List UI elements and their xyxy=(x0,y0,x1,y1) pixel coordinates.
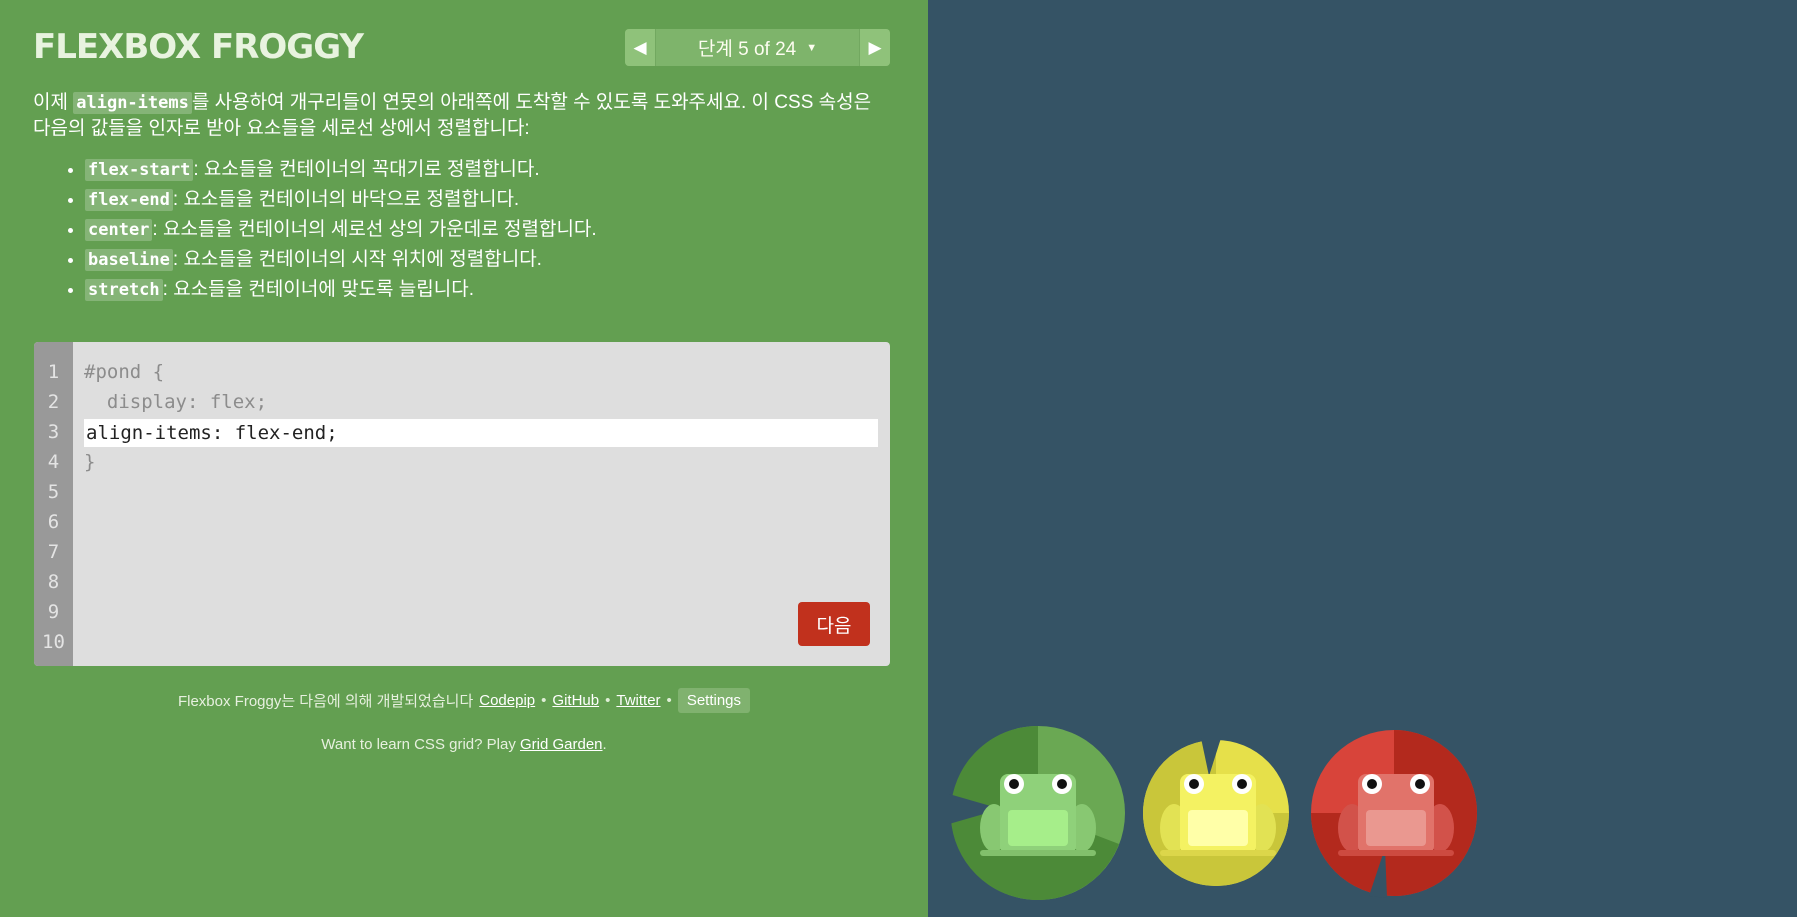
grid-garden-link[interactable]: Grid Garden xyxy=(520,736,603,753)
sidebar: FLEXBOX FROGGY ◀ 단계 5 of 24 ▼ ▶ 이제 align… xyxy=(0,0,928,917)
instructions-intro: 이제 align-items 를 사용하여 개구리들이 연못의 아래쪽에 도착할 … xyxy=(33,90,893,141)
credits: Flexbox Froggy는 다음에 의해 개발되었습니다 Codepip •… xyxy=(0,688,928,713)
line-number: 1 xyxy=(47,361,60,383)
instructions: 이제 align-items 를 사용하여 개구리들이 연못의 아래쪽에 도착할 … xyxy=(33,90,893,307)
yellow-frog-icon xyxy=(1160,774,1276,856)
next-level-button[interactable]: ▶ xyxy=(860,29,890,66)
value-code: center xyxy=(85,219,153,241)
code-line-2: display: flex; xyxy=(84,391,268,413)
line-number: 2 xyxy=(47,391,60,413)
code-input[interactable] xyxy=(84,418,878,447)
list-item: center: 요소들을 컨테이너의 세로선 상의 가운데로 정렬합니다. xyxy=(85,217,893,243)
level-indicator-label: 단계 5 of 24 xyxy=(697,39,797,60)
value-code: baseline xyxy=(85,249,173,271)
next-button[interactable]: 다음 xyxy=(798,602,870,646)
codepip-link[interactable]: Codepip xyxy=(479,692,535,709)
value-description: : 요소들을 컨테이너의 세로선 상의 가운데로 정렬합니다. xyxy=(152,219,597,240)
value-list: flex-start: 요소들을 컨테이너의 꼭대기로 정렬합니다. flex-… xyxy=(33,157,893,303)
line-number: 5 xyxy=(47,481,60,503)
value-code: stretch xyxy=(85,279,163,301)
separator: • xyxy=(541,692,547,709)
value-description: : 요소들을 컨테이너의 시작 위치에 정렬합니다. xyxy=(172,249,542,270)
pond xyxy=(928,0,1797,917)
list-item: baseline: 요소들을 컨테이너의 시작 위치에 정렬합니다. xyxy=(85,247,893,273)
triangle-left-icon: ◀ xyxy=(633,37,647,57)
list-item: stretch: 요소들을 컨테이너에 맞도록 늘립니다. xyxy=(85,277,893,303)
line-number: 6 xyxy=(47,511,60,533)
value-code: flex-end xyxy=(85,189,173,211)
caret-down-icon: ▼ xyxy=(806,41,818,54)
code-area: #pond { display: flex; } xyxy=(84,357,878,477)
line-number: 4 xyxy=(47,451,60,473)
line-numbers: 1 2 3 4 5 6 7 8 9 10 xyxy=(34,342,73,666)
line-number: 8 xyxy=(47,571,60,593)
grid-promo-text: Want to learn CSS grid? Play xyxy=(321,736,520,753)
github-link[interactable]: GitHub xyxy=(552,692,599,709)
twitter-link[interactable]: Twitter xyxy=(616,692,660,709)
intro-prefix: 이제 xyxy=(33,92,74,113)
line-number: 7 xyxy=(47,541,60,563)
grid-garden-promo: Want to learn CSS grid? Play Grid Garden… xyxy=(0,736,928,753)
previous-level-button[interactable]: ◀ xyxy=(625,29,655,66)
list-item: flex-start: 요소들을 컨테이너의 꼭대기로 정렬합니다. xyxy=(85,157,893,183)
level-indicator[interactable]: 단계 5 of 24 ▼ xyxy=(655,29,860,66)
separator: • xyxy=(605,692,611,709)
separator: • xyxy=(666,692,672,709)
line-number: 9 xyxy=(47,601,60,623)
logo: FLEXBOX FROGGY xyxy=(33,27,364,67)
list-item: flex-end: 요소들을 컨테이너의 바닥으로 정렬합니다. xyxy=(85,187,893,213)
value-description: : 요소들을 컨테이너의 꼭대기로 정렬합니다. xyxy=(193,159,540,180)
code-line-4: } xyxy=(84,451,96,473)
code-line-1: #pond { xyxy=(84,361,165,383)
red-frog-icon xyxy=(1338,774,1454,856)
code-editor: 1 2 3 4 5 6 7 8 9 10 #pond { display: fl… xyxy=(34,342,890,666)
value-description: : 요소들을 컨테이너에 맞도록 늘립니다. xyxy=(162,279,475,300)
value-code: flex-start xyxy=(85,159,194,181)
code-input-row xyxy=(34,417,878,447)
level-navigator: ◀ 단계 5 of 24 ▼ ▶ xyxy=(625,29,890,66)
settings-button[interactable]: Settings xyxy=(677,688,751,713)
intro-code: align-items xyxy=(73,92,192,114)
green-frog-icon xyxy=(980,774,1096,856)
value-description: : 요소들을 컨테이너의 바닥으로 정렬합니다. xyxy=(172,189,520,210)
grid-promo-suffix: . xyxy=(602,736,607,753)
credits-text: Flexbox Froggy는 다음에 의해 개발되었습니다 xyxy=(177,693,474,710)
line-number: 10 xyxy=(42,631,65,653)
triangle-right-icon: ▶ xyxy=(868,37,882,57)
